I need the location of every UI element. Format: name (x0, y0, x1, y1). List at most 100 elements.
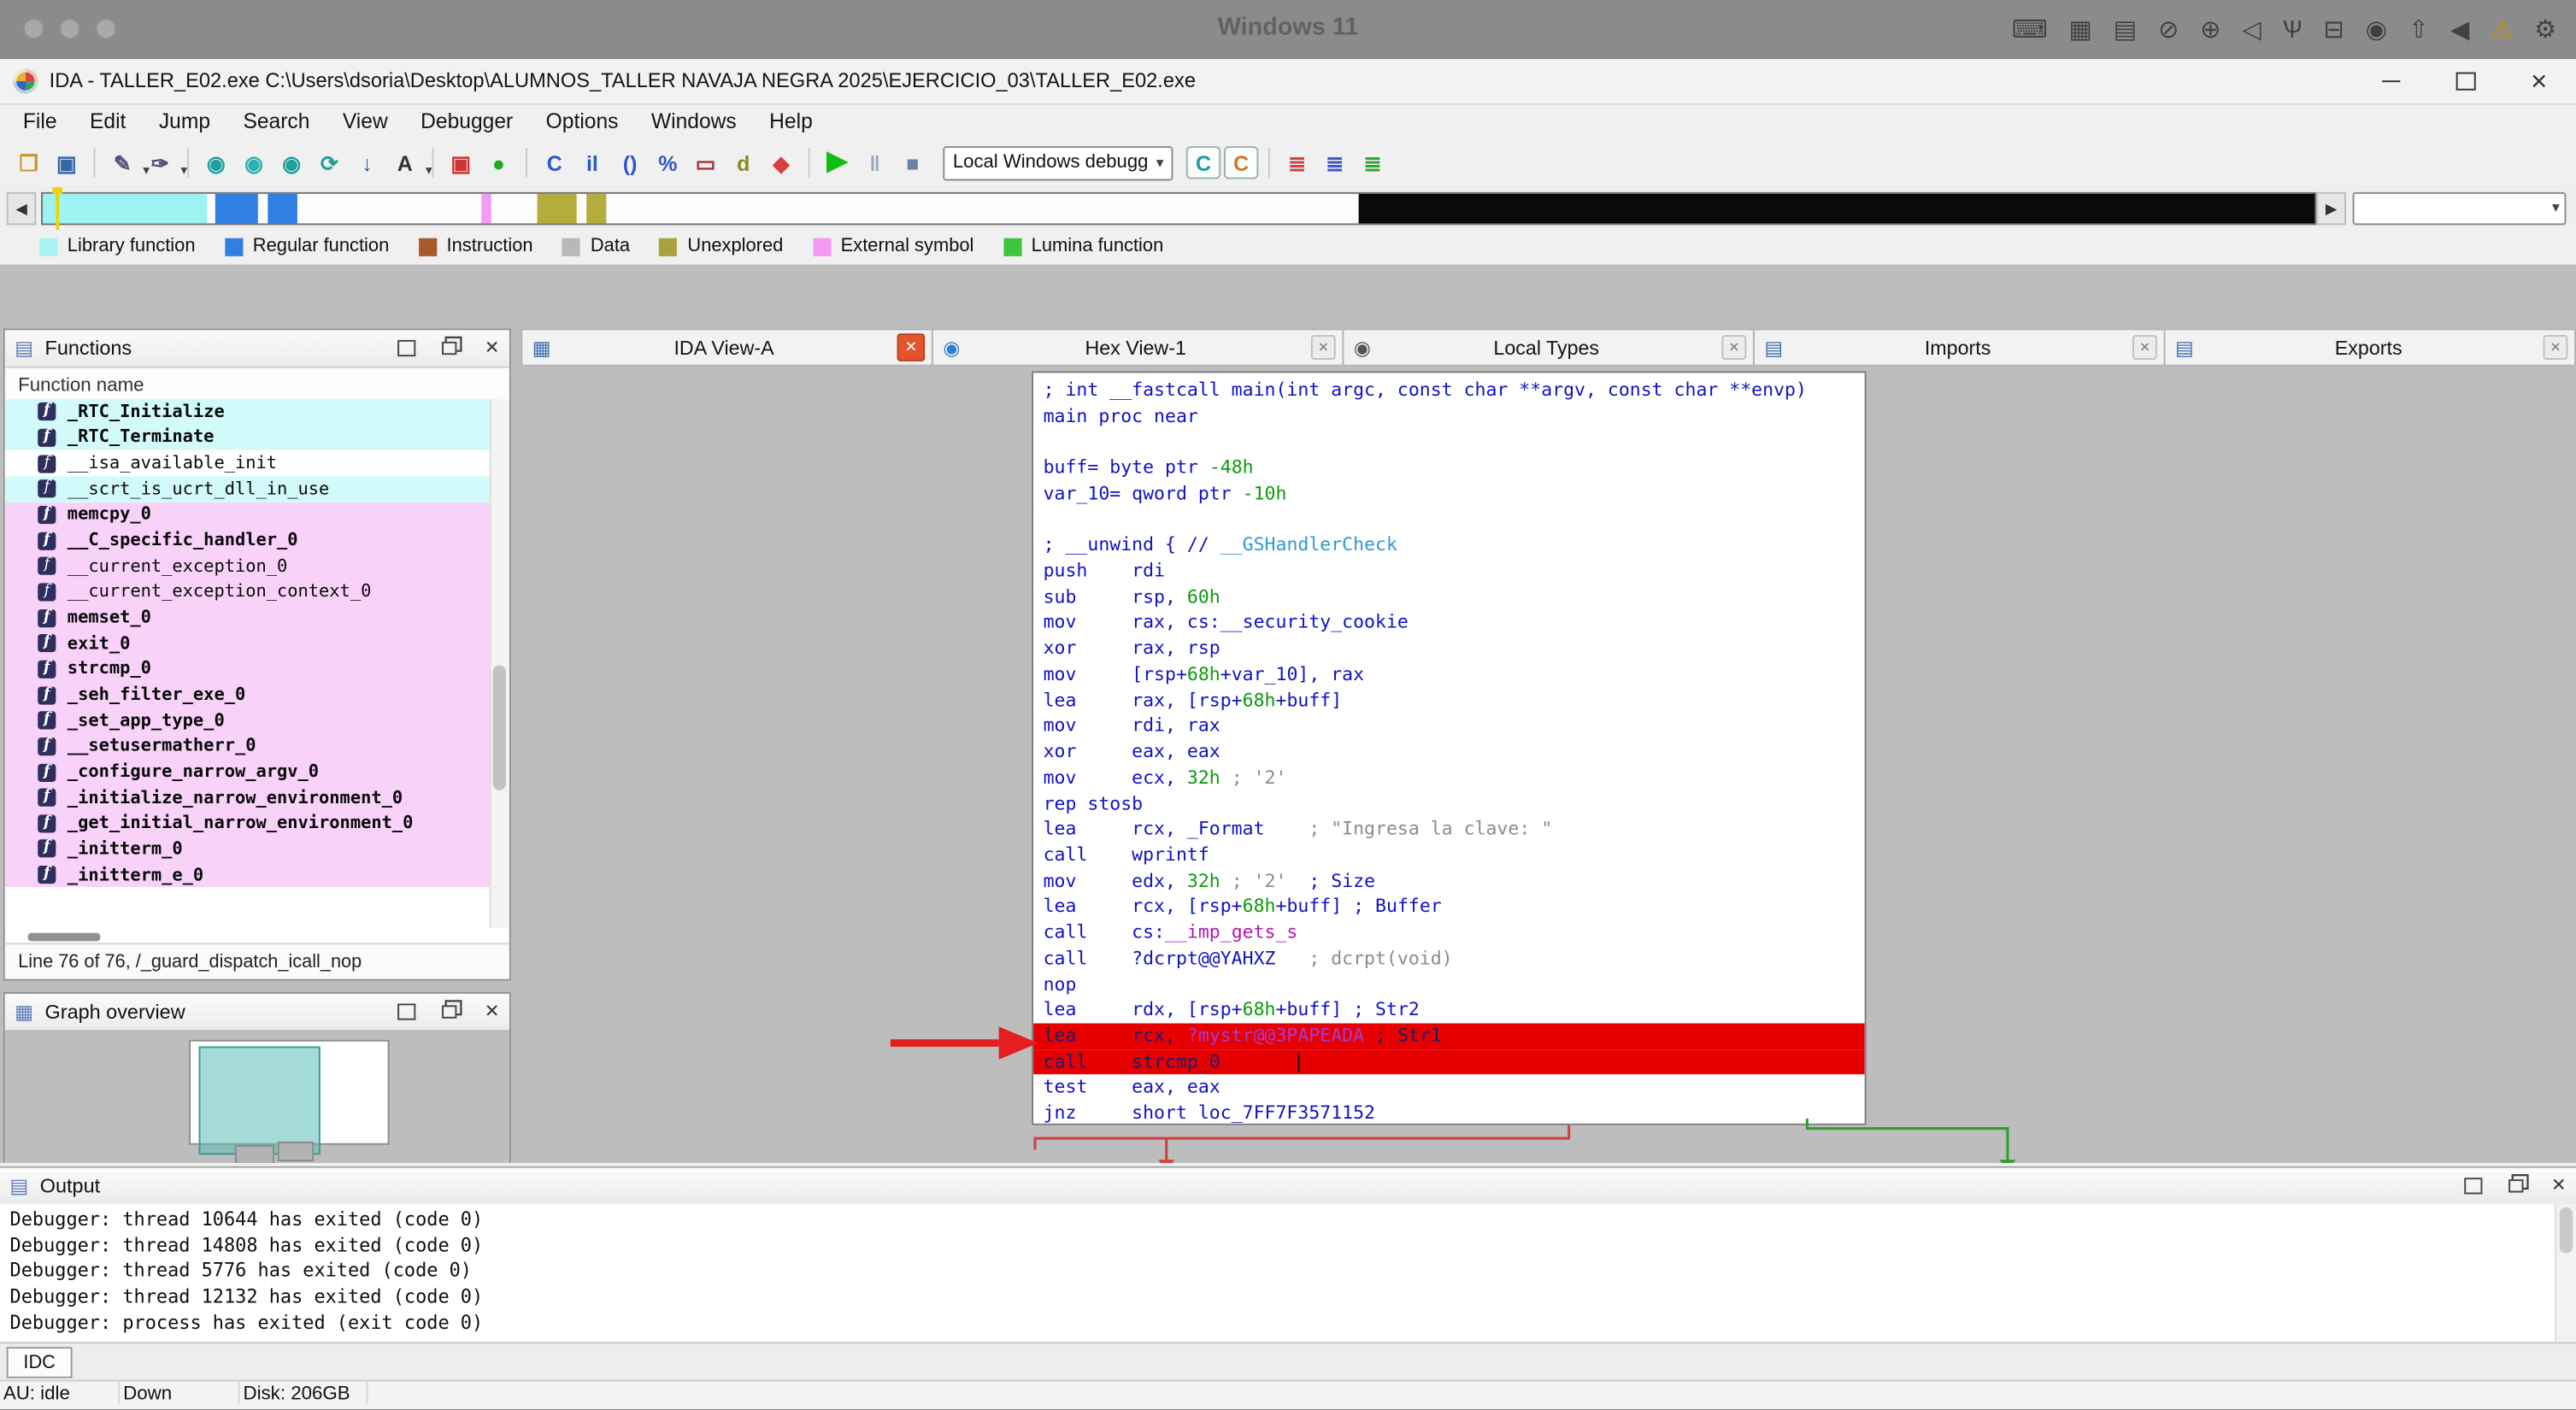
nav-back-icon[interactable]: ◉ (199, 145, 233, 179)
function-row[interactable]: f_get_initial_narrow_environment_0 (5, 811, 491, 837)
nav-range-combobox[interactable] (2353, 192, 2567, 225)
menu-options[interactable]: Options (529, 103, 634, 139)
stop-debugger-icon[interactable]: ■ (896, 145, 930, 179)
menu-jump[interactable]: Jump (143, 103, 227, 139)
tab-close-icon[interactable]: ✕ (1721, 335, 1746, 360)
tab-close-icon[interactable]: ✕ (2544, 335, 2568, 360)
functions-undock-button[interactable] (438, 337, 460, 358)
microphone-icon[interactable]: Ѱ (2283, 17, 2303, 42)
apps-grid-icon[interactable]: ▦ (2069, 17, 2092, 42)
scrollbar-thumb[interactable] (493, 665, 506, 790)
do-not-disturb-icon[interactable]: ⊘ (2158, 17, 2179, 42)
save-file-icon[interactable]: ▣ (50, 145, 84, 179)
attach-process-icon[interactable]: C (1186, 146, 1220, 179)
functions-maximize-button[interactable] (396, 337, 417, 358)
overview-maximize-button[interactable] (396, 1001, 417, 1022)
printer-icon[interactable]: ⊟ (2324, 17, 2344, 42)
volume-icon[interactable]: ◁ (2242, 17, 2261, 42)
disassembly-line[interactable]: mov [rsp+68h+var_10], rax (1033, 661, 1865, 687)
menu-search[interactable]: Search (226, 103, 326, 139)
nav-segment[interactable] (481, 194, 491, 224)
highlight-tool-icon[interactable]: ✎▾ (105, 145, 139, 179)
tab-close-icon[interactable]: ✕ (2132, 335, 2157, 360)
disassembly-line[interactable]: xor rax, rsp (1033, 636, 1865, 661)
nav-band[interactable] (41, 192, 2316, 225)
close-button[interactable]: ✕ (2502, 59, 2575, 103)
output-log[interactable]: Debugger: thread 10644 has exited (code … (0, 1204, 2556, 1347)
menu-debugger[interactable]: Debugger (404, 103, 530, 139)
snapshot-icon[interactable]: ▣ (444, 145, 478, 179)
disassembly-line[interactable]: mov rax, cs:__security_cookie (1033, 610, 1865, 636)
open-file-icon[interactable]: ❐ (11, 145, 45, 179)
functions-close-button[interactable]: ✕ (481, 337, 503, 358)
function-row[interactable]: f_set_app_type_0 (5, 708, 491, 733)
disassembly-line[interactable] (1033, 507, 1865, 532)
function-row[interactable]: f_initterm_0 (5, 837, 491, 862)
nav-scroll-right-button[interactable]: ▶ (2316, 192, 2346, 225)
breakpoint-icon[interactable]: ◆ (764, 145, 798, 179)
disassembly-line[interactable]: xor eax, eax (1033, 739, 1865, 765)
text-format-icon[interactable]: A▾ (388, 145, 422, 179)
function-row[interactable]: f__current_exception_0 (5, 554, 491, 579)
tab-exports[interactable]: ▤Exports✕ (2164, 328, 2576, 366)
make-data-icon[interactable]: il (575, 145, 609, 179)
function-row[interactable]: f_seh_filter_exe_0 (5, 682, 491, 708)
disassembly-line[interactable]: call wprintf (1033, 843, 1865, 868)
overview-close-button[interactable]: ✕ (481, 1001, 503, 1022)
disassembly-line[interactable]: mov rdi, rax (1033, 714, 1865, 739)
output-undock-button[interactable] (2505, 1174, 2526, 1196)
warning-icon[interactable]: ⚠ (2491, 17, 2513, 42)
jump-address-icon[interactable]: ↓ (350, 145, 384, 179)
function-row[interactable]: f__setusermatherr_0 (5, 733, 491, 759)
disassembly-line[interactable]: mov edx, 32h ; '2' ; Size (1033, 868, 1865, 894)
make-union-icon[interactable]: ▭ (688, 145, 722, 179)
nav-position-marker[interactable] (56, 187, 59, 230)
list-modules-icon[interactable]: ≣ (1356, 145, 1390, 179)
function-name-column-header[interactable]: Function name (5, 368, 509, 402)
fill-color-tool-icon[interactable]: ✑▾ (143, 145, 177, 179)
disassembly-line[interactable]: main proc near (1033, 403, 1865, 429)
disassembly-line[interactable]: lea rcx, [rsp+68h+buff] ; Buffer (1033, 894, 1865, 919)
disassembly-line[interactable]: buff= byte ptr -48h (1033, 455, 1865, 481)
maximize-button[interactable] (2428, 59, 2502, 103)
overview-undock-button[interactable] (438, 1001, 460, 1022)
disassembly-line[interactable]: lea rax, [rsp+68h+buff] (1033, 688, 1865, 714)
disassembly-line[interactable]: var_10= qword ptr -10h (1033, 481, 1865, 507)
function-row[interactable]: fmemset_0 (5, 605, 491, 631)
tab-ida-view-a[interactable]: ▦IDA View-A✕ (520, 328, 932, 366)
functions-vertical-scrollbar[interactable] (490, 399, 509, 928)
nav-segment[interactable] (268, 194, 297, 224)
menu-view[interactable]: View (326, 103, 404, 139)
tab-hex-view-1[interactable]: ◉Hex View-1✕ (932, 328, 1344, 366)
functions-horizontal-scrollbar[interactable] (28, 933, 101, 942)
scrollbar-thumb[interactable] (2559, 1207, 2572, 1254)
disassembly-node[interactable]: ; int __fastcall main(int argc, const ch… (1032, 371, 1866, 1125)
function-row[interactable]: f__isa_available_init (5, 450, 491, 476)
tab-close-icon[interactable]: ✕ (1311, 335, 1336, 360)
disassembly-line[interactable]: lea rcx, ?mystr@@3PAPEADA ; Str1 (1033, 1023, 1865, 1049)
disassembly-line[interactable]: sub rsp, 60h (1033, 585, 1865, 610)
settings-gear-icon[interactable]: ⚙ (2534, 17, 2556, 42)
function-row[interactable]: f_RTC_Terminate (5, 425, 491, 450)
disassembly-line[interactable]: push rdi (1033, 559, 1865, 585)
idc-tab[interactable]: IDC (7, 1347, 73, 1378)
camera-icon[interactable]: ◉ (2366, 17, 2387, 42)
function-row[interactable]: f_RTC_Initialize (5, 399, 491, 425)
graph-overview-canvas[interactable] (5, 1030, 509, 1163)
make-array-icon[interactable]: % (650, 145, 685, 179)
output-scrollbar[interactable] (2555, 1204, 2576, 1343)
list-threads-icon[interactable]: ≣ (1318, 145, 1352, 179)
function-row[interactable]: f__current_exception_context_0 (5, 579, 491, 605)
function-row[interactable]: fstrcmp_0 (5, 656, 491, 682)
nav-segment[interactable] (1358, 194, 2314, 224)
nav-segment[interactable] (538, 194, 576, 224)
disassembly-line[interactable] (1033, 430, 1865, 455)
disassembly-line[interactable]: call cs:__imp_gets_s (1033, 920, 1865, 946)
output-maximize-button[interactable] (2462, 1174, 2484, 1196)
nav-segment[interactable] (43, 194, 206, 224)
function-row[interactable]: f__C_specific_handler_0 (5, 528, 491, 554)
clipboard-icon[interactable]: ▤ (2114, 17, 2137, 42)
menu-help[interactable]: Help (753, 103, 829, 139)
disassembly-line[interactable]: ; __unwind { // __GSHandlerCheck (1033, 532, 1865, 558)
tab-close-icon[interactable]: ✕ (897, 333, 926, 361)
